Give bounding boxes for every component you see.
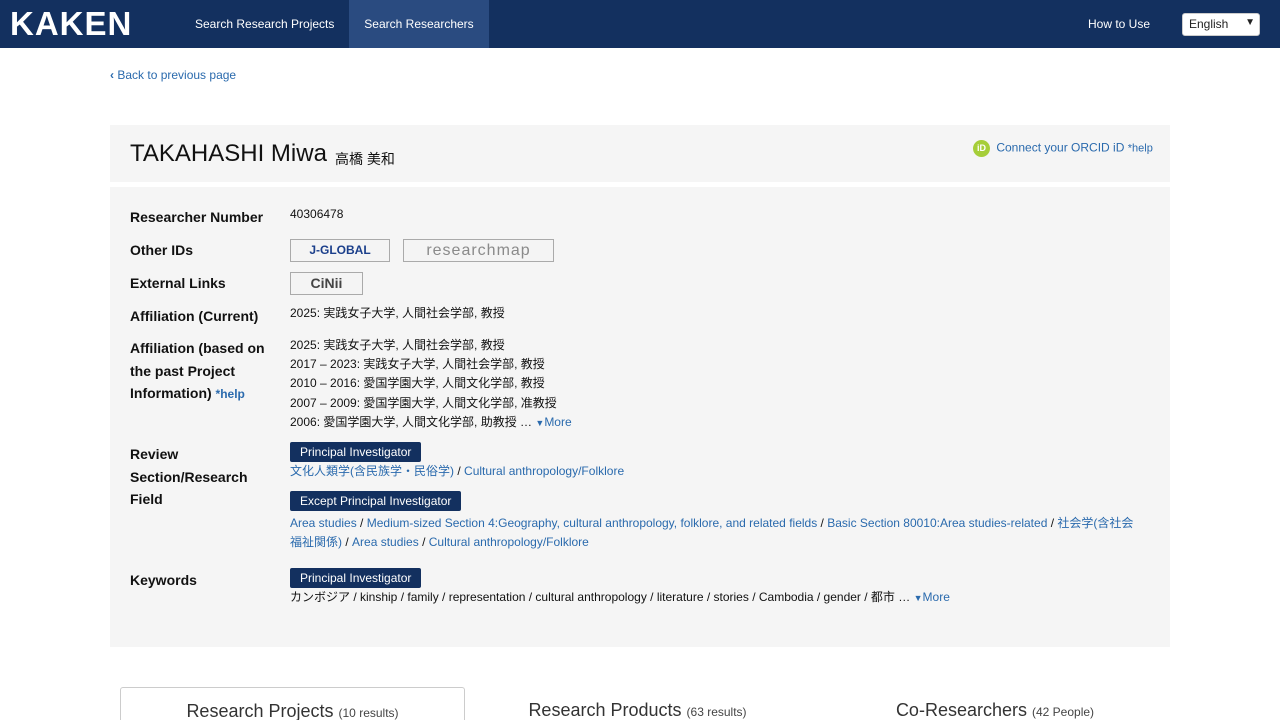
caret-down-icon: ▼ bbox=[913, 593, 923, 603]
chevron-left-icon: ‹ bbox=[110, 68, 114, 82]
list-item: 2017 – 2023: 実践女子大学, 人間社会学部, 教授 bbox=[290, 357, 545, 372]
orcid-connect-link[interactable]: Connect your ORCID iD bbox=[996, 141, 1124, 155]
separator: / bbox=[457, 464, 461, 478]
j-global-link[interactable]: J-GLOBAL bbox=[290, 239, 390, 262]
researcher-name-en: TAKAHASHI Miwa bbox=[130, 140, 327, 167]
caret-down-icon: ▼ bbox=[535, 417, 545, 428]
nav-search-researchers[interactable]: Search Researchers bbox=[349, 0, 489, 48]
list-item: 2007 – 2009: 愛国学園大学, 人間文化学部, 准教授 bbox=[290, 395, 557, 410]
keywords-label: Keywords bbox=[130, 572, 197, 588]
separator: / bbox=[345, 535, 349, 550]
affiliation-past-list: 2025: 実践女子大学, 人間社会学部, 教授 2017 – 2023: 実践… bbox=[290, 336, 572, 433]
affiliation-help-link[interactable]: *help bbox=[216, 387, 245, 401]
review-label-line: Field bbox=[130, 491, 163, 507]
orcid-help-link[interactable]: *help bbox=[1128, 143, 1153, 155]
tab-count: (63 results) bbox=[686, 705, 747, 719]
except-principal-investigator-badge: Except Principal Investigator bbox=[290, 491, 462, 512]
researcher-name-card: TAKAHASHI Miwa 高橋 美和 iD Connect your ORC… bbox=[110, 125, 1170, 182]
language-select-value: English bbox=[1189, 17, 1229, 31]
affiliation-past-label: Affiliation (based on the past Project I… bbox=[130, 337, 280, 406]
separator: / bbox=[422, 535, 426, 550]
more-label: More bbox=[544, 414, 572, 429]
keywords-more-link[interactable]: ▼More bbox=[914, 590, 950, 604]
researchmap-link[interactable]: researchmap bbox=[403, 239, 554, 262]
review-label-line: Section/Research bbox=[130, 468, 248, 485]
tab-label: Research Projects bbox=[186, 701, 334, 720]
external-links-label: External Links bbox=[130, 275, 226, 291]
cinii-logo: CiNii bbox=[310, 275, 343, 291]
researcher-profile-card: Researcher Number 40306478 Other IDs J-G… bbox=[110, 187, 1170, 647]
affiliation-more-link[interactable]: ▼More bbox=[535, 415, 571, 429]
field-link[interactable]: Basic Section 80010:Area studies-related bbox=[827, 516, 1047, 530]
field-link[interactable]: Area studies bbox=[290, 516, 357, 530]
tab-research-projects[interactable]: Research Projects (10 results) bbox=[120, 687, 465, 720]
top-navbar: KAKEN Search Research Projects Search Re… bbox=[0, 0, 1280, 48]
affiliation-past-last: 2006: 愛国学園大学, 人間文化学部, 助教授 … bbox=[290, 414, 533, 429]
nav-search-research-projects[interactable]: Search Research Projects bbox=[180, 0, 349, 48]
affiliation-past-label-line: Affiliation (based on bbox=[130, 340, 265, 356]
list-item: 2010 – 2016: 愛国学園大学, 人間文化学部, 教授 bbox=[290, 376, 545, 391]
nav-how-to-use[interactable]: How to Use bbox=[1073, 0, 1165, 48]
list-item: 2006: 愛国学園大学, 人間文化学部, 助教授 … ▼More bbox=[290, 413, 572, 433]
kaken-logo[interactable]: KAKEN bbox=[10, 6, 132, 42]
separator: / bbox=[820, 516, 824, 531]
tab-label: Research Products bbox=[528, 700, 682, 720]
tab-count: (42 People) bbox=[1032, 705, 1095, 719]
keywords-text: カンボジア / kinship / family / representatio… bbox=[290, 590, 911, 604]
tab-count: (10 results) bbox=[338, 706, 399, 720]
researcher-number-label: Researcher Number bbox=[130, 209, 264, 225]
field-link[interactable]: 福祉関係) bbox=[290, 535, 342, 549]
tab-co-researchers[interactable]: Co-Researchers (42 People) bbox=[825, 687, 1165, 720]
j-global-logo: J-GLOBAL bbox=[309, 243, 371, 257]
field-link[interactable]: Cultural anthropology/Folklore bbox=[464, 464, 624, 478]
field-link[interactable]: 社会学(含社会 bbox=[1057, 516, 1133, 530]
affiliation-past-label-line: Information) bbox=[130, 385, 212, 401]
researcher-number-value: 40306478 bbox=[290, 207, 344, 221]
researcher-name-ja: 高橋 美和 bbox=[335, 151, 395, 167]
keywords-value: Principal Investigator カンボジア / kinship /… bbox=[290, 568, 950, 608]
keywords-principal-investigator-badge: Principal Investigator bbox=[290, 568, 422, 588]
back-link-label: Back to previous page bbox=[117, 68, 237, 82]
orcid-connect: iD Connect your ORCID iD *help bbox=[973, 140, 1153, 157]
field-link[interactable]: Cultural anthropology/Folklore bbox=[429, 535, 589, 549]
back-to-previous-page-link[interactable]: ‹ Back to previous page bbox=[110, 68, 236, 82]
field-link[interactable]: Medium-sized Section 4:Geography, cultur… bbox=[367, 516, 817, 530]
review-section-value: Principal Investigator 文化人類学(含民族学・民俗学) /… bbox=[290, 442, 1150, 553]
field-link[interactable]: 文化人類学(含民族学・民俗学) bbox=[290, 464, 454, 478]
affiliation-past-label-line: the past Project bbox=[130, 362, 236, 379]
separator: / bbox=[1050, 516, 1055, 531]
tab-research-products[interactable]: Research Products (63 results) bbox=[470, 687, 805, 720]
language-select[interactable]: English ▼ bbox=[1182, 13, 1260, 36]
chevron-down-icon: ▼ bbox=[1245, 17, 1255, 28]
other-ids-label: Other IDs bbox=[130, 242, 194, 258]
list-item: 2025: 実践女子大学, 人間社会学部, 教授 bbox=[290, 338, 505, 352]
principal-investigator-badge: Principal Investigator bbox=[290, 442, 422, 462]
review-label-line: Review bbox=[130, 446, 179, 462]
affiliation-current-label: Affiliation (Current) bbox=[130, 308, 259, 324]
separator: / bbox=[360, 516, 364, 531]
orcid-icon: iD bbox=[973, 140, 990, 157]
cinii-link[interactable]: CiNii bbox=[290, 272, 363, 295]
field-link[interactable]: Area studies bbox=[352, 535, 419, 549]
tab-label: Co-Researchers bbox=[895, 700, 1027, 720]
researchmap-logo: researchmap bbox=[426, 242, 531, 259]
review-section-label: Review Section/Research Field bbox=[130, 443, 280, 511]
affiliation-current-value: 2025: 実践女子大学, 人間社会学部, 教授 bbox=[290, 306, 505, 320]
more-label: More bbox=[922, 590, 950, 604]
